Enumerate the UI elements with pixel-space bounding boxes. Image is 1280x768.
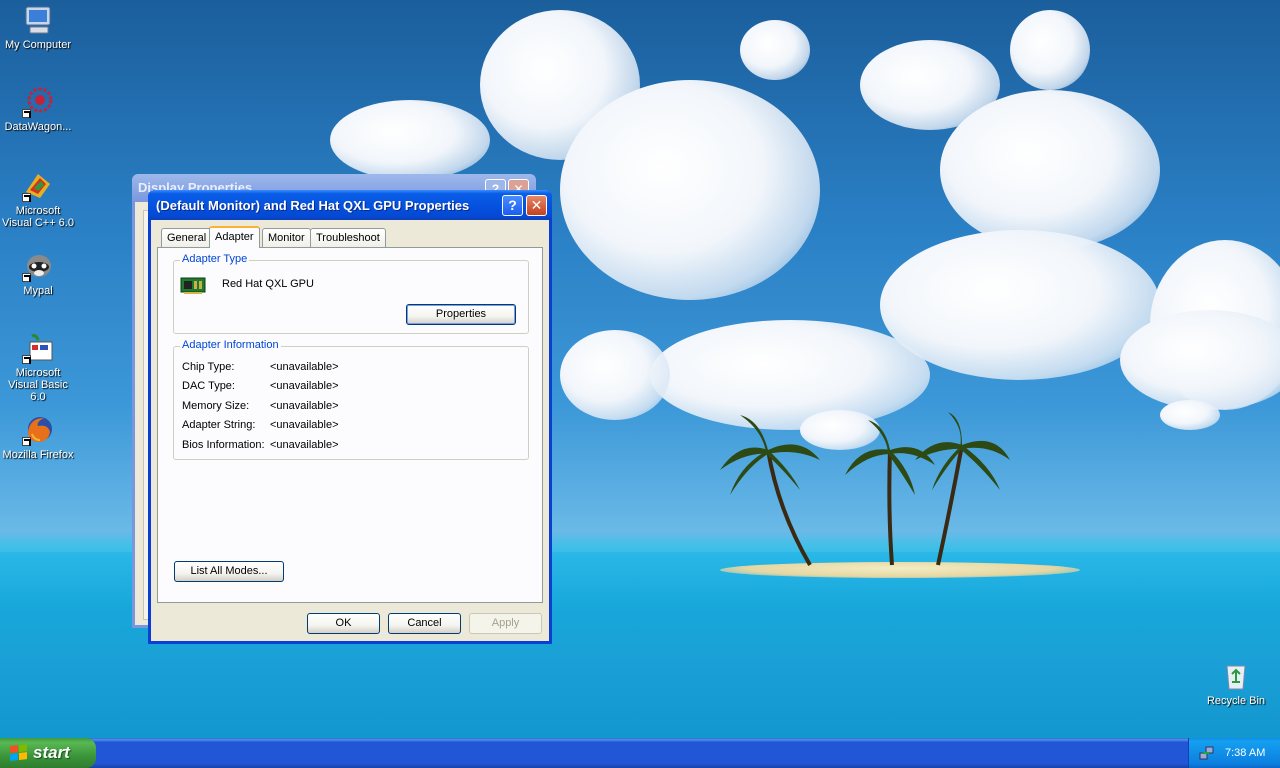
dialog-title-bar[interactable]: (Default Monitor) and Red Hat QXL GPU Pr… [148,190,552,220]
desktop-icon-label: DataWagon... [4,121,72,133]
info-value: <unavailable> [270,400,339,412]
adapter-type-group: Adapter Type Red Hat QXL GPU Properties [173,253,529,334]
start-label: start [33,743,70,762]
clock[interactable]: 7:38 AM [1225,747,1265,759]
datawagon-icon [22,86,54,118]
cloud [560,80,820,300]
cloud [940,90,1160,250]
recycle-bin-icon [1220,660,1252,692]
video-card-icon [180,275,208,298]
info-label: Chip Type: [182,361,235,373]
apply-button[interactable]: Apply [469,613,542,634]
desktop-icon-recycle-bin[interactable]: Recycle Bin [1198,660,1274,707]
firefox-icon [22,414,54,446]
adapter-information-group: Adapter Information Chip Type: <unavaila… [173,339,529,460]
info-value: <unavailable> [270,439,339,451]
close-button[interactable]: ✕ [526,195,547,216]
cloud [1160,400,1220,430]
palm-trees [720,412,1010,567]
shortcut-arrow-icon [22,437,31,446]
desktop-icon-label: Mypal [23,285,53,297]
info-value: <unavailable> [270,419,339,431]
help-button[interactable]: ? [502,195,523,216]
info-label: Adapter String: [182,419,256,431]
windows-flag-icon [10,744,28,762]
desktop-icon-visual-cpp[interactable]: Microsoft Visual C++ 6.0 [0,170,76,229]
taskbar: start 7:38 AM [0,738,1280,768]
adapter-type-legend: Adapter Type [180,253,250,265]
desktop-icon-label: Microsoft Visual Basic 6.0 [8,367,68,403]
mypal-icon [22,250,54,282]
ok-button[interactable]: OK [307,613,380,634]
shortcut-arrow-icon [22,109,31,118]
shortcut-arrow-icon [22,273,31,282]
visual-cpp-icon [22,170,54,202]
info-value: <unavailable> [270,361,339,373]
desktop-icon-my-computer[interactable]: My Computer [0,4,76,51]
tab-general[interactable]: General [161,228,213,247]
desktop-icon-mypal[interactable]: Mypal [0,250,76,297]
cancel-button[interactable]: Cancel [388,613,461,634]
desktop-icon-label: My Computer [4,39,72,51]
tab-adapter[interactable]: Adapter [209,226,260,248]
cloud [560,330,670,420]
tab-troubleshoot[interactable]: Troubleshoot [310,228,386,247]
adapter-properties-button[interactable]: Properties [406,304,516,325]
desktop-icon-label: Mozilla Firefox [2,449,74,461]
adapter-name: Red Hat QXL GPU [222,278,314,290]
cloud [1120,310,1280,410]
start-button[interactable]: start [0,738,96,768]
tab-monitor[interactable]: Monitor [262,228,311,247]
shortcut-arrow-icon [22,355,31,364]
dialog-title: (Default Monitor) and Red Hat QXL GPU Pr… [156,198,470,213]
cloud [330,100,490,180]
visual-basic-icon [22,332,54,364]
system-tray: 7:38 AM [1188,738,1280,768]
adapter-properties-dialog[interactable]: (Default Monitor) and Red Hat QXL GPU Pr… [148,190,552,644]
desktop-icon-datawagon[interactable]: DataWagon... [0,86,76,133]
desktop-icon-visual-basic[interactable]: Microsoft Visual Basic 6.0 [0,332,76,403]
cloud [1010,10,1090,90]
desktop-icon-label: Recycle Bin [1206,695,1266,707]
info-label: Bios Information: [182,439,265,451]
cloud [740,20,810,80]
desktop-icon-firefox[interactable]: Mozilla Firefox [0,414,76,461]
list-all-modes-button[interactable]: List All Modes... [174,561,284,582]
my-computer-icon [22,4,54,36]
adapter-information-legend: Adapter Information [180,339,281,351]
info-label: Memory Size: [182,400,250,412]
desktop-icon-label: Microsoft Visual C++ 6.0 [2,205,74,229]
shortcut-arrow-icon [22,193,31,202]
adapter-tab-panel: Adapter Type Red Hat QXL GPU Properties … [157,247,543,603]
info-label: DAC Type: [182,380,235,392]
network-tray-icon[interactable] [1199,745,1215,764]
info-value: <unavailable> [270,380,339,392]
